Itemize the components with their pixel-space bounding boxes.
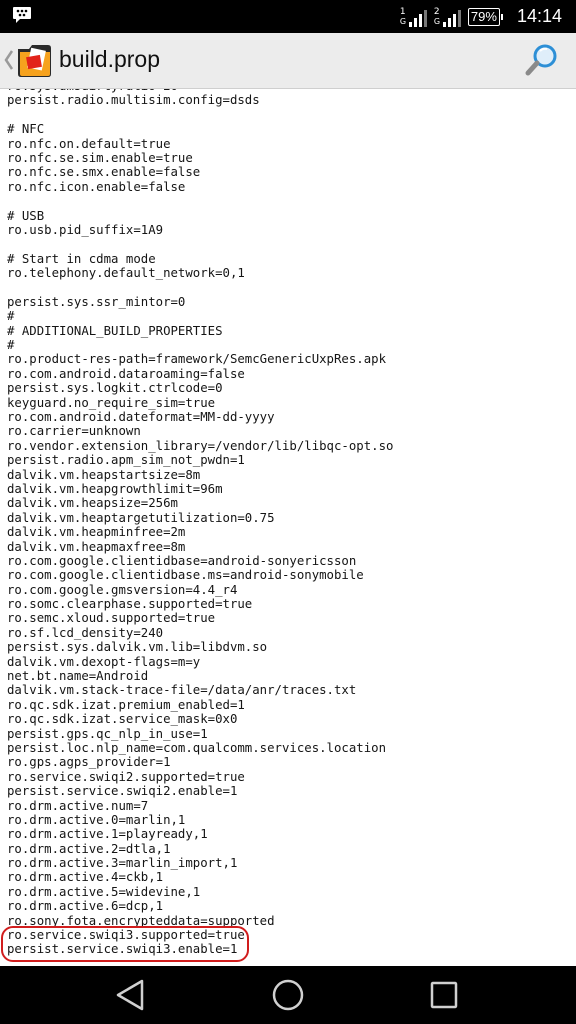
battery-icon: 79%: [467, 7, 503, 26]
file-line[interactable]: dalvik.vm.heapgrowthlimit=96m: [7, 482, 393, 496]
file-line[interactable]: keyguard.no_require_sim=true: [7, 396, 393, 410]
navigation-bar: [0, 966, 576, 1024]
sim1-label: 1: [399, 6, 406, 17]
signal-icon-sim1: 1 G: [400, 7, 428, 27]
file-line[interactable]: ro.product-res-path=framework/SemcGeneri…: [7, 352, 393, 366]
file-line[interactable]: persist.sys.logkit.ctrlcode=0: [7, 381, 393, 395]
file-line[interactable]: ro.nfc.se.sim.enable=true: [7, 151, 393, 165]
file-line[interactable]: persist.service.swiqi3.enable=1: [7, 942, 393, 956]
file-line[interactable]: ro.drm.active.1=playready,1: [7, 827, 393, 841]
page-title: build.prop: [59, 46, 161, 72]
file-line[interactable]: ro.vendor.extension_library=/vendor/lib/…: [7, 439, 393, 453]
sim1-network-label: G: [399, 16, 407, 26]
file-editor-app-icon[interactable]: [15, 40, 55, 80]
file-line[interactable]: persist.gps.qc_nlp_in_use=1: [7, 727, 393, 741]
file-text[interactable]: ro.sys.umsdirtyratio=20persist.radio.mul…: [7, 89, 393, 957]
file-line[interactable]: [7, 194, 393, 208]
action-bar: build.prop: [0, 33, 576, 89]
file-line[interactable]: dalvik.vm.heapsize=256m: [7, 496, 393, 510]
file-line[interactable]: dalvik.vm.stack-trace-file=/data/anr/tra…: [7, 683, 393, 697]
file-line[interactable]: ro.somc.clearphase.supported=true: [7, 597, 393, 611]
file-comment-line[interactable]: # Start in cdma mode: [7, 252, 393, 266]
file-line[interactable]: ro.nfc.icon.enable=false: [7, 180, 393, 194]
file-line[interactable]: dalvik.vm.heapmaxfree=8m: [7, 540, 393, 554]
file-line[interactable]: dalvik.vm.heapstartsize=8m: [7, 468, 393, 482]
search-icon[interactable]: [524, 42, 560, 78]
signal-icon-sim2: 2 G: [434, 7, 462, 27]
file-line[interactable]: ro.drm.active.2=dtla,1: [7, 842, 393, 856]
file-line[interactable]: ro.sf.lcd_density=240: [7, 626, 393, 640]
file-line[interactable]: persist.sys.dalvik.vm.lib=libdvm.so: [7, 640, 393, 654]
file-line[interactable]: ro.drm.active.5=widevine,1: [7, 885, 393, 899]
file-content-view[interactable]: ro.sys.umsdirtyratio=20persist.radio.mul…: [0, 89, 576, 966]
home-circle-icon[interactable]: [268, 977, 308, 1013]
file-line[interactable]: ro.gps.agps_provider=1: [7, 755, 393, 769]
file-line[interactable]: ro.com.google.clientidbase.ms=android-so…: [7, 568, 393, 582]
sim2-label: 2: [433, 6, 440, 17]
status-bar: 1 G 2 G 79% 14:14: [0, 0, 576, 33]
file-line[interactable]: dalvik.vm.heaptargetutilization=0.75: [7, 511, 393, 525]
file-comment-line[interactable]: # NFC: [7, 122, 393, 136]
back-triangle-icon[interactable]: [110, 977, 150, 1013]
battery-level: 79%: [467, 7, 500, 26]
file-line[interactable]: dalvik.vm.heapminfree=2m: [7, 525, 393, 539]
file-line[interactable]: ro.sony.fota.encrypteddata=supported: [7, 914, 393, 928]
file-line[interactable]: persist.sys.ssr_mintor=0: [7, 295, 393, 309]
file-line[interactable]: [7, 108, 393, 122]
file-line[interactable]: ro.service.swiqi3.supported=true: [7, 928, 393, 942]
file-line[interactable]: dalvik.vm.dexopt-flags=m=y: [7, 655, 393, 669]
file-line[interactable]: ro.com.google.gmsversion=4.4_r4: [7, 583, 393, 597]
file-line[interactable]: ro.drm.active.4=ckb,1: [7, 870, 393, 884]
file-line[interactable]: ro.service.swiqi2.supported=true: [7, 770, 393, 784]
file-line[interactable]: [7, 237, 393, 251]
file-line[interactable]: ro.usb.pid_suffix=1A9: [7, 223, 393, 237]
bbm-icon: [13, 7, 31, 23]
file-line[interactable]: ro.drm.active.0=marlin,1: [7, 813, 393, 827]
file-line[interactable]: ro.drm.active.3=marlin_import,1: [7, 856, 393, 870]
file-line[interactable]: ro.nfc.se.smx.enable=false: [7, 165, 393, 179]
file-comment-line[interactable]: #: [7, 309, 393, 323]
recents-square-icon[interactable]: [424, 977, 464, 1013]
file-comment-line[interactable]: #: [7, 338, 393, 352]
file-line[interactable]: persist.radio.apm_sim_not_pwdn=1: [7, 453, 393, 467]
file-line[interactable]: ro.com.android.dataroaming=false: [7, 367, 393, 381]
file-line[interactable]: ro.nfc.on.default=true: [7, 137, 393, 151]
file-line[interactable]: ro.qc.sdk.izat.premium_enabled=1: [7, 698, 393, 712]
file-line[interactable]: net.bt.name=Android: [7, 669, 393, 683]
file-line[interactable]: persist.loc.nlp_name=com.qualcomm.servic…: [7, 741, 393, 755]
file-line[interactable]: [7, 280, 393, 294]
file-line[interactable]: ro.qc.sdk.izat.service_mask=0x0: [7, 712, 393, 726]
file-line[interactable]: persist.radio.multisim.config=dsds: [7, 93, 393, 107]
file-line[interactable]: ro.semc.xloud.supported=true: [7, 611, 393, 625]
file-line[interactable]: ro.drm.active.6=dcp,1: [7, 899, 393, 913]
file-line[interactable]: ro.telephony.default_network=0,1: [7, 266, 393, 280]
file-comment-line[interactable]: # USB: [7, 209, 393, 223]
back-chevron-icon[interactable]: [2, 45, 16, 75]
sim2-network-label: G: [433, 16, 441, 26]
file-line[interactable]: ro.drm.active.num=7: [7, 799, 393, 813]
file-line[interactable]: persist.service.swiqi2.enable=1: [7, 784, 393, 798]
file-line[interactable]: ro.com.google.clientidbase=android-sonye…: [7, 554, 393, 568]
file-line[interactable]: ro.carrier=unknown: [7, 424, 393, 438]
clock: 14:14: [516, 6, 562, 26]
file-comment-line[interactable]: # ADDITIONAL_BUILD_PROPERTIES: [7, 324, 393, 338]
file-line[interactable]: ro.com.android.dateformat=MM-dd-yyyy: [7, 410, 393, 424]
